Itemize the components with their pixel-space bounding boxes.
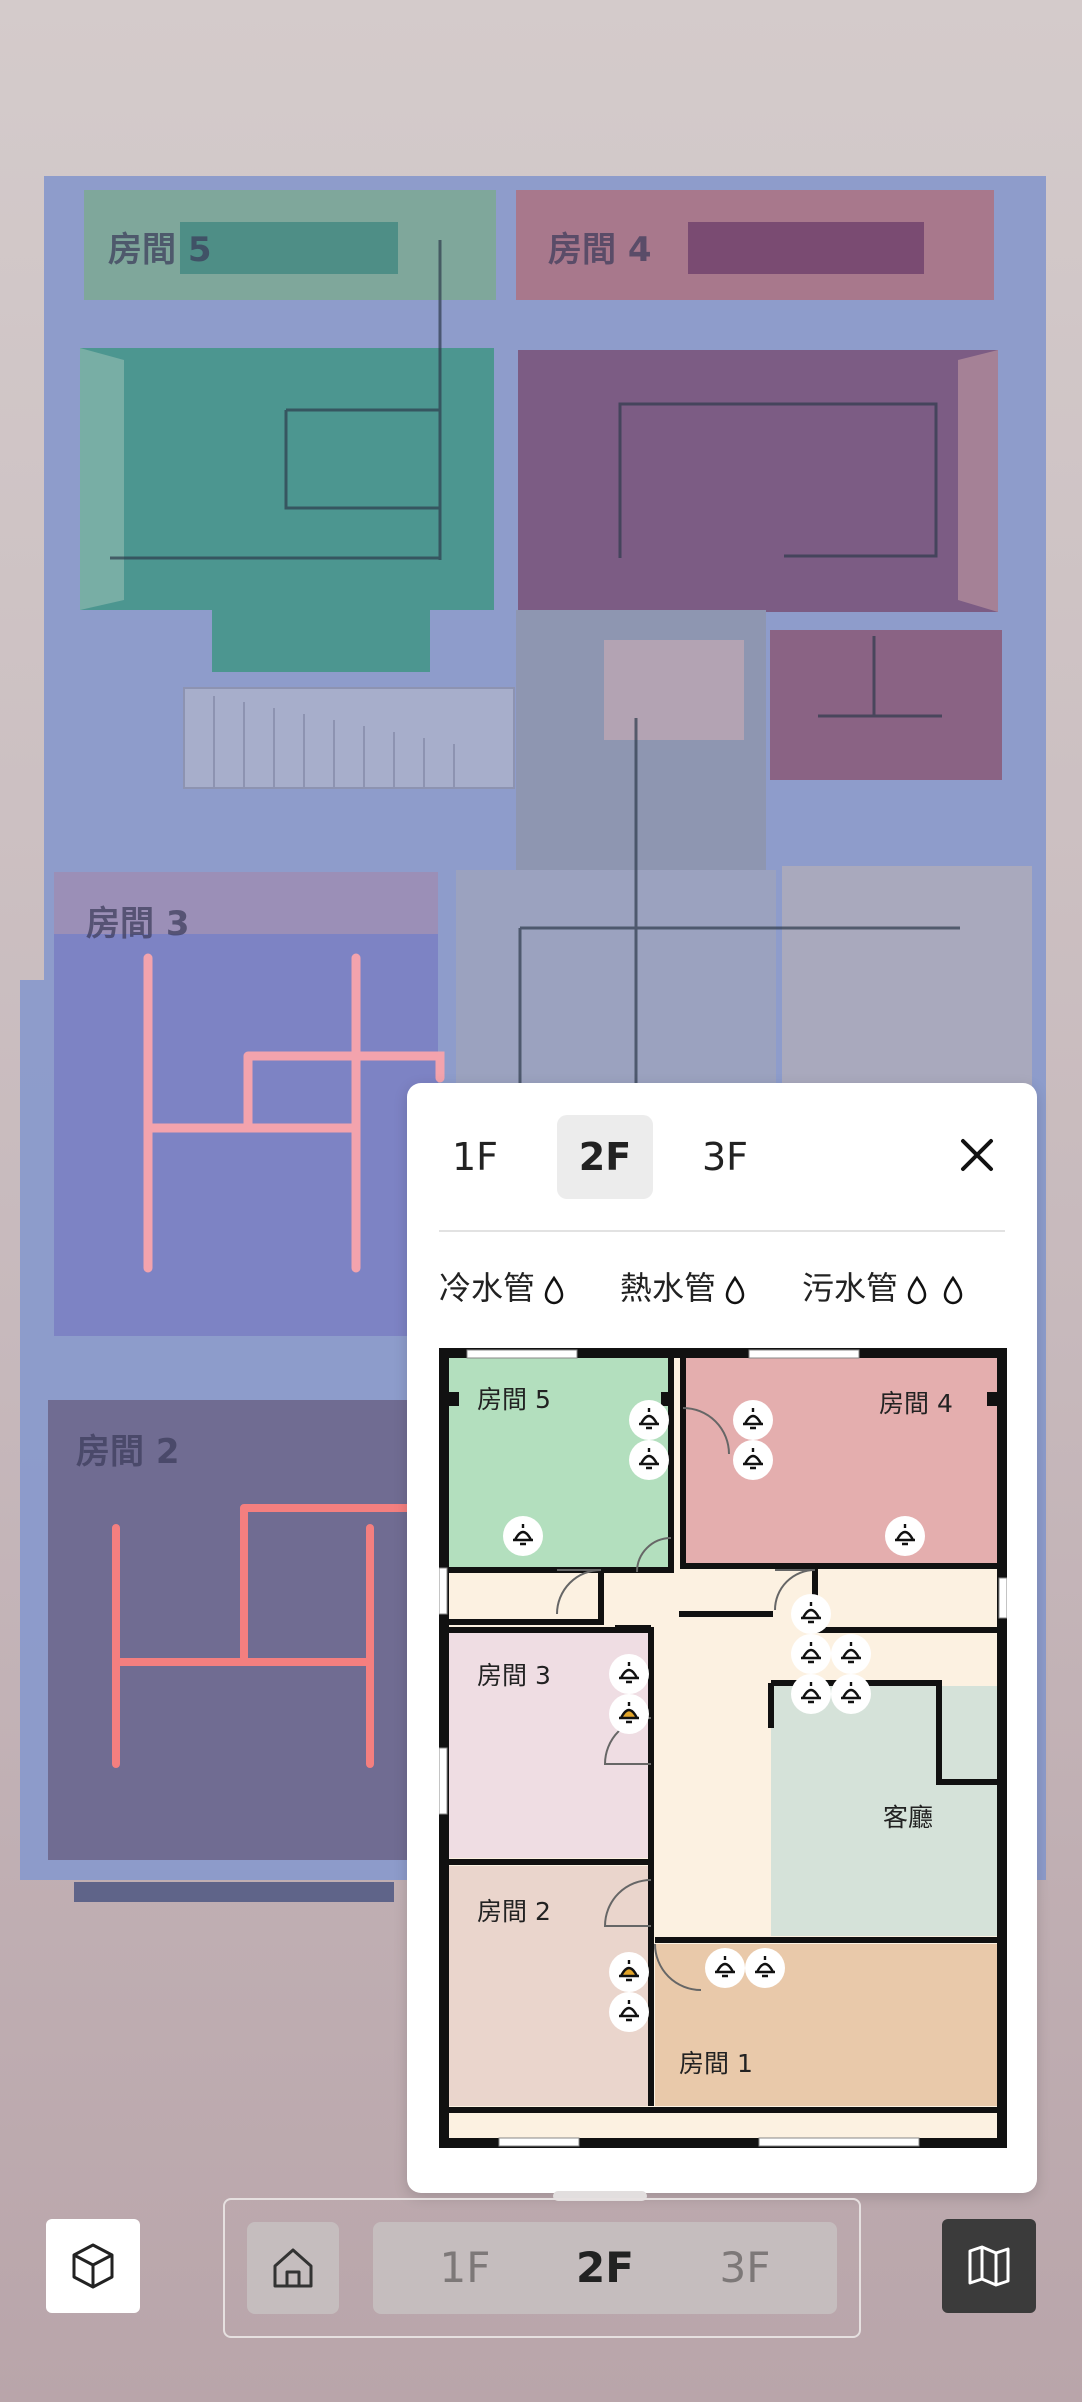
ceiling-light-icon[interactable] [609, 1654, 649, 1694]
water-drop-icon [725, 1275, 745, 1305]
plan-living-room-label: 客廳 [883, 1803, 934, 1832]
home-button[interactable] [247, 2222, 339, 2314]
ceiling-light-icon[interactable] [791, 1674, 831, 1714]
ceiling-light-icon[interactable] [629, 1440, 669, 1480]
floor-plan-drawing [438, 1348, 1008, 2148]
ceiling-light-icon[interactable] [733, 1440, 773, 1480]
ceiling-light-on-icon[interactable] [609, 1694, 649, 1734]
panel-divider [439, 1230, 1005, 1232]
floor-1f-button[interactable]: 1F [405, 2222, 525, 2314]
plan-room1-label: 房間 1 [679, 2049, 753, 2078]
legend-waste-water-label: 污水管 [802, 1269, 899, 1307]
floor-plan-panel: 1F 2F 3F 冷水管 熱水管 污水管 房間 5 房間 4 房間 3 客廳 房… [407, 1083, 1037, 2193]
ceiling-light-icon[interactable] [733, 1400, 773, 1440]
ceiling-light-on-icon[interactable] [609, 1952, 649, 1992]
floor-switcher-bar: 1F 2F 3F [223, 2198, 861, 2338]
floor-selector: 1F 2F 3F [373, 2222, 837, 2314]
legend-cold-water-label: 冷水管 [439, 1269, 536, 1307]
legend-cold-water[interactable]: 冷水管 [439, 1263, 565, 1309]
map-view-button[interactable] [942, 2219, 1036, 2313]
ceiling-light-icon[interactable] [885, 1516, 925, 1556]
ceiling-light-icon[interactable] [629, 1400, 669, 1440]
floor-2f-button[interactable]: 2F [545, 2222, 665, 2314]
tab-3f[interactable]: 3F [677, 1115, 773, 1199]
legend-hot-water[interactable]: 熱水管 [620, 1263, 746, 1309]
floor-3f-button[interactable]: 3F [685, 2222, 805, 2314]
ceiling-light-icon[interactable] [745, 1948, 785, 1988]
ceiling-light-icon[interactable] [791, 1594, 831, 1634]
home-icon [273, 2248, 313, 2288]
plan-room5-label: 房間 5 [477, 1385, 551, 1414]
floor-plan-2f: 房間 5 房間 4 房間 3 客廳 房間 2 房間 1 [438, 1348, 1008, 2148]
close-icon[interactable] [945, 1123, 1009, 1187]
tab-1f[interactable]: 1F [427, 1115, 523, 1199]
ceiling-light-icon[interactable] [503, 1516, 543, 1556]
3d-view-button[interactable] [46, 2219, 140, 2313]
legend-waste-water[interactable]: 污水管 [802, 1263, 964, 1309]
water-drop-icon [544, 1275, 564, 1305]
model-room5-label: 房間 5 [108, 230, 212, 270]
plan-room3-label: 房間 3 [477, 1661, 551, 1690]
ceiling-light-icon[interactable] [831, 1634, 871, 1674]
cube-icon [72, 2243, 114, 2289]
plan-room4-label: 房間 4 [879, 1389, 953, 1418]
model-room3-label: 房間 3 [86, 904, 190, 944]
ceiling-light-icon[interactable] [791, 1634, 831, 1674]
water-drop-icon [907, 1275, 927, 1305]
tab-2f[interactable]: 2F [557, 1115, 653, 1199]
ceiling-light-icon[interactable] [705, 1948, 745, 1988]
map-icon [968, 2245, 1010, 2287]
ceiling-light-icon[interactable] [609, 1992, 649, 2032]
legend-hot-water-label: 熱水管 [620, 1269, 717, 1307]
model-room2-label: 房間 2 [76, 1432, 180, 1472]
water-drop-icon [943, 1275, 963, 1305]
ceiling-light-icon[interactable] [831, 1674, 871, 1714]
model-room4-label: 房間 4 [548, 230, 652, 270]
plan-room2-label: 房間 2 [477, 1897, 551, 1926]
